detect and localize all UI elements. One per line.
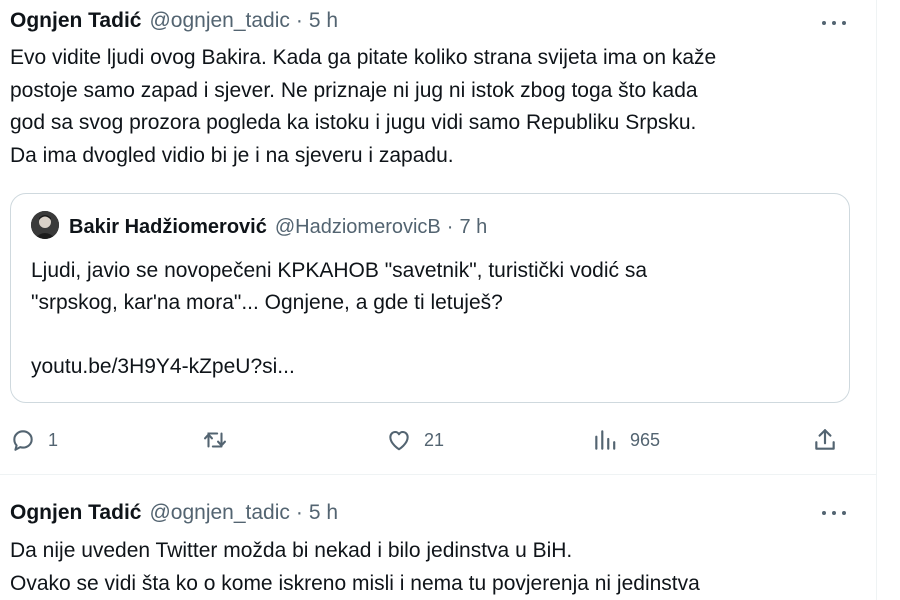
tweet-divider [0, 474, 876, 475]
separator-dot: · [446, 216, 454, 238]
reply-button[interactable]: 1 [10, 424, 58, 456]
tweet[interactable]: Ognjen Tadić @ognjen_tadic · 5 h Da nije… [0, 490, 876, 600]
reply-icon [13, 430, 33, 451]
author-name[interactable]: Ognjen Tadić [10, 9, 141, 33]
quoted-tweet-time[interactable]: 7 h [459, 216, 487, 239]
tweet-text-line: Evo vidite ljudi ovog Bakira. Kada ga pi… [10, 46, 717, 69]
retweet-button[interactable] [202, 424, 240, 456]
tweet-actions: 1 21 965 [0, 424, 876, 456]
more-horizontal-icon[interactable] [818, 13, 850, 33]
quoted-link[interactable]: youtu.be/3H9Y4-kZpeU?si... [31, 351, 647, 383]
tweet-text: Da nije uveden Twitter možda bi nekad i … [10, 535, 700, 600]
like-button[interactable]: 21 [386, 424, 444, 456]
separator-dot: · [295, 501, 303, 524]
tweet-header: Ognjen Tadić @ognjen_tadic · 5 h [10, 501, 338, 527]
tweet-text-line: postoje samo zapad i sjever. Ne priznaje… [10, 78, 698, 102]
tweet-header: Ognjen Tadić @ognjen_tadic · 5 h [10, 9, 338, 35]
reply-count: 1 [48, 429, 59, 450]
like-count: 21 [424, 429, 445, 450]
tweet-text: Evo vidite ljudi ovog Bakira. Kada ga pi… [10, 42, 716, 172]
heart-icon [389, 430, 409, 451]
views-button[interactable]: 965 [592, 424, 660, 456]
views-chart-icon [595, 430, 616, 450]
quoted-author-handle[interactable]: @HadziomerovicB [275, 216, 441, 239]
author-name[interactable]: Ognjen Tadić [10, 501, 141, 525]
quoted-tweet[interactable]: Bakir Hadžiomerović @HadziomerovicB · 7 … [10, 193, 850, 403]
tweet-text-line: Da ima dvogled vidio bi je i na sjeveru … [10, 143, 454, 167]
author-handle[interactable]: @ognjen_tadic [149, 501, 289, 525]
quoted-text-line: Ljudi, javio se novopečeni KPKAHOB "save… [31, 259, 648, 282]
author-handle[interactable]: @ognjen_tadic [149, 9, 289, 33]
separator-dot: · [295, 9, 303, 32]
avatar-image [31, 211, 59, 239]
view-count: 965 [630, 429, 661, 450]
tweet-time[interactable]: 5 h [309, 9, 338, 33]
share-icon [815, 429, 835, 450]
right-border [876, 0, 877, 600]
quoted-author-name[interactable]: Bakir Hadžiomerović [69, 216, 267, 239]
tweet-text-line: Ovako se vidi šta ko o kome iskreno misl… [10, 571, 700, 595]
retweet-icon [204, 432, 226, 448]
tweet-text-line: Da nije uveden Twitter možda bi nekad i … [10, 539, 573, 562]
tweet-time[interactable]: 5 h [309, 501, 338, 525]
quoted-tweet-text: Ljudi, javio se novopečeni KPKAHOB "save… [31, 255, 647, 383]
quoted-text-line [31, 319, 647, 351]
share-button[interactable] [812, 424, 838, 456]
tweet[interactable]: Ognjen Tadić @ognjen_tadic · 5 h Evo vid… [0, 0, 876, 474]
avatar[interactable] [31, 211, 59, 239]
more-horizontal-icon[interactable] [818, 503, 850, 523]
tweet-text-line: god sa svog prozora pogleda ka istoku i … [10, 111, 697, 134]
quoted-text-line: "srpskog, kar'na mora"... Ognjene, a gde… [31, 291, 503, 314]
quoted-tweet-header: Bakir Hadžiomerović @HadziomerovicB · 7 … [69, 216, 487, 239]
